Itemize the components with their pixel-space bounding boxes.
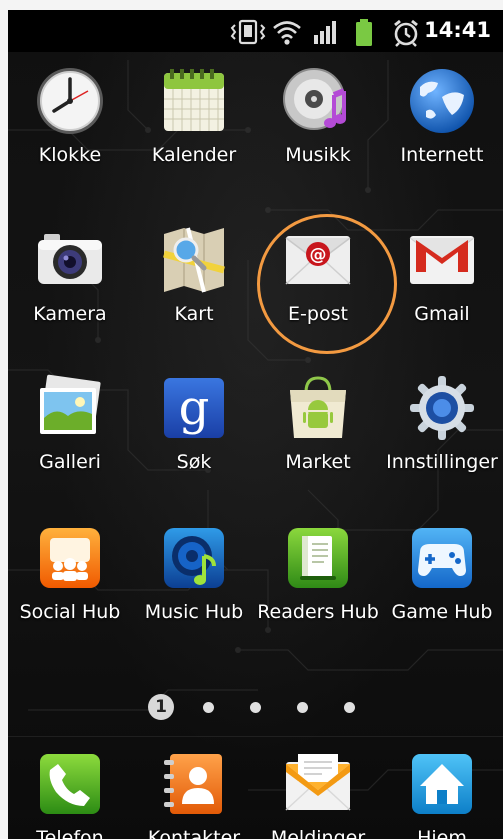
page-dot[interactable] [250, 702, 261, 713]
home-icon [412, 754, 472, 814]
map-icon [163, 227, 225, 293]
page-dot[interactable] [203, 702, 214, 713]
email-icon: @ [285, 236, 351, 285]
app-internett[interactable]: Internett [380, 65, 503, 168]
app-label: Music Hub [144, 601, 244, 623]
page-dot[interactable] [344, 702, 355, 713]
dock-hjem[interactable]: Hjem [380, 748, 503, 839]
app-e-post[interactable]: @ E-post [256, 224, 380, 327]
camera-icon [38, 234, 102, 284]
app-gmail[interactable]: Gmail [380, 224, 503, 327]
dock-kontakter[interactable]: Kontakter [132, 748, 256, 839]
app-musikk[interactable]: Musikk [256, 65, 380, 168]
app-label: E-post [288, 303, 348, 325]
settings-gear-icon [410, 376, 474, 440]
phone-icon [40, 754, 100, 814]
messages-icon [285, 754, 351, 811]
music-icon [283, 68, 346, 130]
svg-text:g: g [179, 380, 210, 436]
music-hub-icon [164, 528, 224, 588]
app-label: Kart [174, 303, 214, 325]
page-dot[interactable] [297, 702, 308, 713]
calendar-icon [164, 69, 224, 131]
app-label: Innstillinger [386, 451, 498, 473]
app-label: Readers Hub [257, 601, 379, 623]
app-label: Internett [400, 144, 484, 166]
app-innstillinger[interactable]: Innstillinger [380, 372, 503, 475]
app-label: Kalender [151, 144, 237, 166]
app-label: Kontakter [147, 827, 241, 839]
app-label: Market [285, 451, 351, 473]
app-label: Social Hub [19, 601, 121, 623]
app-social-hub[interactable]: Social Hub [8, 522, 132, 625]
status-clock: 14:41 [424, 18, 491, 42]
market-icon [290, 376, 346, 438]
battery-icon [356, 19, 372, 46]
app-kalender[interactable]: Kalender [132, 65, 256, 168]
app-label: Game Hub [391, 601, 493, 623]
app-kamera[interactable]: Kamera [8, 224, 132, 327]
home-screen: 14:41 Klokke Kalender Musikk Internett K… [8, 10, 503, 839]
app-label: Søk [176, 451, 212, 473]
app-label: Gmail [414, 303, 470, 325]
app-market[interactable]: Market [256, 372, 380, 475]
app-galleri[interactable]: Galleri [8, 372, 132, 475]
page-dot-current[interactable]: 1 [148, 694, 174, 720]
app-label: Hjem [417, 827, 467, 839]
app-klokke[interactable]: Klokke [8, 65, 132, 168]
page-indicator: 1 [8, 694, 503, 724]
alarm-icon [394, 19, 418, 47]
clock-icon [37, 68, 103, 134]
dock-meldinger[interactable]: Meldinger [256, 748, 380, 839]
app-kart[interactable]: Kart [132, 224, 256, 327]
vibrate-icon [230, 19, 266, 45]
app-label: Telefon [36, 827, 104, 839]
app-label: Klokke [38, 144, 102, 166]
social-hub-icon [40, 528, 100, 588]
contacts-icon [164, 754, 222, 814]
svg-text:@: @ [310, 245, 327, 265]
app-label: Kamera [33, 303, 107, 325]
gallery-icon [40, 374, 101, 434]
google-search-icon: g [164, 378, 224, 438]
app-label: Meldinger [270, 827, 366, 839]
status-bar: 14:41 [8, 10, 503, 52]
app-readers-hub[interactable]: Readers Hub [256, 522, 380, 625]
app-sok[interactable]: g Søk [132, 372, 256, 475]
globe-icon [410, 69, 474, 133]
app-game-hub[interactable]: Game Hub [380, 522, 503, 625]
dock-telefon[interactable]: Telefon [8, 748, 132, 839]
readers-hub-icon [288, 528, 348, 588]
wifi-icon [273, 21, 301, 45]
gmail-icon [409, 236, 475, 284]
app-music-hub[interactable]: Music Hub [132, 522, 256, 625]
game-hub-icon [412, 528, 472, 588]
app-label: Musikk [285, 144, 351, 166]
app-label: Galleri [39, 451, 101, 473]
signal-icon [314, 21, 336, 44]
dock-divider [8, 736, 503, 737]
